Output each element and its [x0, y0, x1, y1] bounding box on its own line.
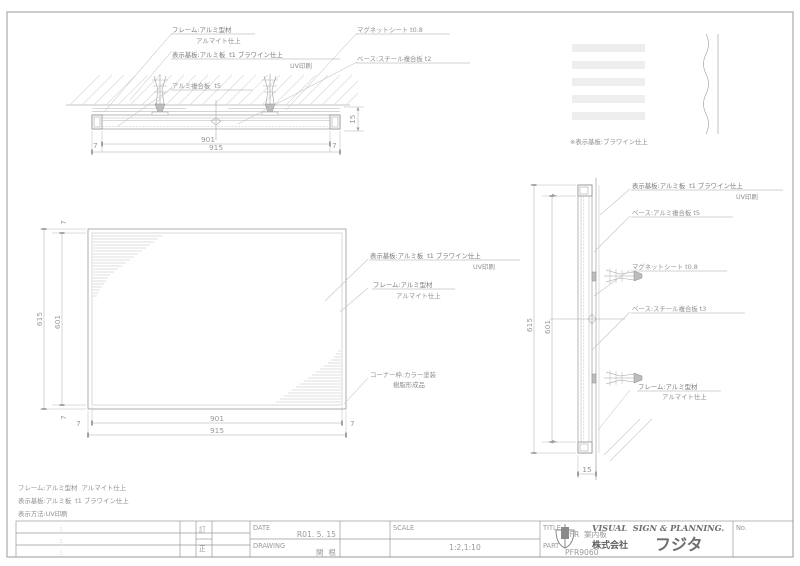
date-value: R01. 5. 15: [297, 530, 336, 539]
dim-front-horizontal: 901 915 7 7: [76, 407, 355, 438]
dim-side-bottom-margin: 7: [550, 439, 559, 444]
dim-top-thickness: 15: [344, 106, 364, 132]
dim-front-left-margin: 7: [76, 419, 81, 428]
label-side-panel-line2: UV印刷: [736, 193, 758, 201]
label-magnet-sheet: マグネットシート t0.8: [357, 25, 423, 34]
dim-front-inner-width: 901: [210, 414, 224, 423]
dim-top-overall: 915: [91, 143, 341, 155]
break-line-wavy: [703, 33, 709, 135]
side-anchor-lower: [591, 370, 643, 386]
dim-left-margin-value: 7: [93, 141, 98, 150]
label-front-panel-line2: UV印刷: [473, 263, 495, 271]
dim-front-top-margin: 7: [59, 220, 68, 225]
scale-label: SCALE: [393, 524, 414, 532]
label-side-panel-line1: 表示基板:アルミ板 t1 ブラワイン仕上: [632, 181, 743, 190]
label-frame-line1: フレーム:アルミ型材: [172, 25, 232, 34]
anchor-fastener-right: [261, 74, 279, 116]
label-side-frame-line2: アルマイト仕上: [662, 392, 707, 401]
dim-side-depth-value: 15: [582, 465, 592, 474]
top-view-labels: フレーム:アルミ型材 アルマイト仕上 表示基板:アルミ板 t1 ブラワイン仕上 …: [171, 25, 470, 91]
dim-overall-width-value: 915: [209, 143, 223, 152]
front-panel-inner: [91, 232, 343, 406]
dim-front-bottom-margin: 7: [59, 415, 68, 420]
side-section-view: 表示基板:アルミ板 t1 ブラワイン仕上 UV印刷 ベース:アルミ複合板 t5 …: [525, 178, 783, 480]
side-view-labels: 表示基板:アルミ板 t1 ブラワイン仕上 UV印刷 ベース:アルミ複合板 t5 …: [631, 181, 783, 401]
rev-col-head-bottom: 正: [199, 545, 206, 553]
label-base-steel: ベース:スチール複合板 t2: [357, 54, 431, 63]
part-label: PART: [543, 542, 560, 550]
label-panel-line1: 表示基板:アルミ板 t1 ブラワイン仕上: [172, 50, 283, 59]
label-front-panel-line1: 表示基板:アルミ板 t1 ブラワイン仕上: [370, 251, 481, 260]
title-label: TITLE: [542, 524, 561, 532]
leader-lines-side: [591, 188, 653, 462]
dim-front-inner-height: 601: [53, 315, 62, 329]
company-kind: 株式会社: [592, 539, 628, 551]
front-view: 表示基板:アルミ板 t1 ブラワイン仕上 UV印刷 フレーム:アルミ型材 アルマ…: [35, 220, 520, 438]
company-name: フジタ: [655, 535, 703, 554]
label-frame-line2: アルマイト仕上: [196, 36, 241, 45]
revision-row-0-mark: :: [60, 525, 62, 533]
top-section-view: フレーム:アルミ型材 アルマイト仕上 表示基板:アルミ板 t1 ブラワイン仕上 …: [66, 25, 470, 155]
dim-right-margin-value: 7: [332, 141, 337, 150]
drawing-sheet: フレーム:アルミ型材 アルマイト仕上 表示基板:アルミ板 t1 ブラワイン仕上 …: [0, 0, 800, 566]
revision-row-2-mark: :: [60, 549, 62, 557]
spec-note-2: 表示方法:UV印刷: [18, 509, 68, 518]
label-corner-line2: 樹脂形成品: [393, 380, 425, 389]
drawing-value: 関 根: [316, 547, 336, 557]
dim-side-depth: 15: [577, 455, 597, 478]
spec-notes: フレーム:アルミ型材 アルマイト仕上 表示基板:アルミ板 t1 ブラワイン仕上 …: [18, 483, 129, 518]
center-break-line: [210, 100, 222, 140]
dim-side-inner-height: 601: [543, 320, 552, 334]
spec-note-0: フレーム:アルミ型材 アルマイト仕上: [18, 483, 127, 492]
dim-front-overall-width: 915: [210, 426, 224, 435]
leader-lines-top: [103, 32, 358, 127]
detail-layer-stack: ※表示基板:ブラワイン仕上: [570, 33, 719, 146]
label-side-magnet: マグネットシート t0.8: [632, 262, 698, 271]
company-tagline: VISUAL SIGN & PLANNING.: [592, 523, 724, 533]
front-view-labels: 表示基板:アルミ板 t1 ブラワイン仕上 UV印刷 フレーム:アルミ型材 アルマ…: [369, 251, 520, 389]
dim-front-overall-height: 615: [35, 312, 44, 326]
date-label: DATE: [253, 524, 270, 532]
dim-front-vertical: 601 615 7 7: [35, 220, 86, 420]
label-side-base-steel: ベース:スチール複合板 t3: [632, 304, 706, 313]
label-front-frame-line1: フレーム:アルミ型材: [373, 280, 433, 289]
dim-side-top-margin: 7: [550, 193, 559, 198]
anchor-fastener-left: [151, 74, 169, 116]
dim-front-right-margin: 7: [350, 419, 355, 428]
label-panel-line2: UV印刷: [290, 62, 312, 70]
no-label: No.: [736, 524, 747, 532]
spec-note-1: 表示基板:アルミ板 t1 ブラワイン仕上: [18, 496, 129, 505]
dim-side-overall-height: 615: [525, 318, 534, 332]
drawing-label: DRAWING: [253, 542, 285, 550]
label-corner-line1: コーナー枠:カラー塗装: [370, 370, 437, 379]
detail-note-text: ※表示基板:ブラワイン仕上: [570, 137, 648, 146]
label-side-frame-line1: フレーム:アルミ型材: [638, 382, 698, 391]
label-side-base-alu: ベース:アルミ複合板 t5: [632, 208, 700, 217]
dim-thickness-value: 15: [348, 114, 357, 124]
rev-col-head-top: 訂: [199, 525, 206, 534]
label-alu-composite: アルミ複合板 t5: [172, 81, 221, 90]
label-front-frame-line2: アルマイト仕上: [396, 291, 441, 300]
revision-row-1-mark: :: [60, 537, 62, 545]
scale-value: 1:2,1:10: [449, 543, 481, 552]
